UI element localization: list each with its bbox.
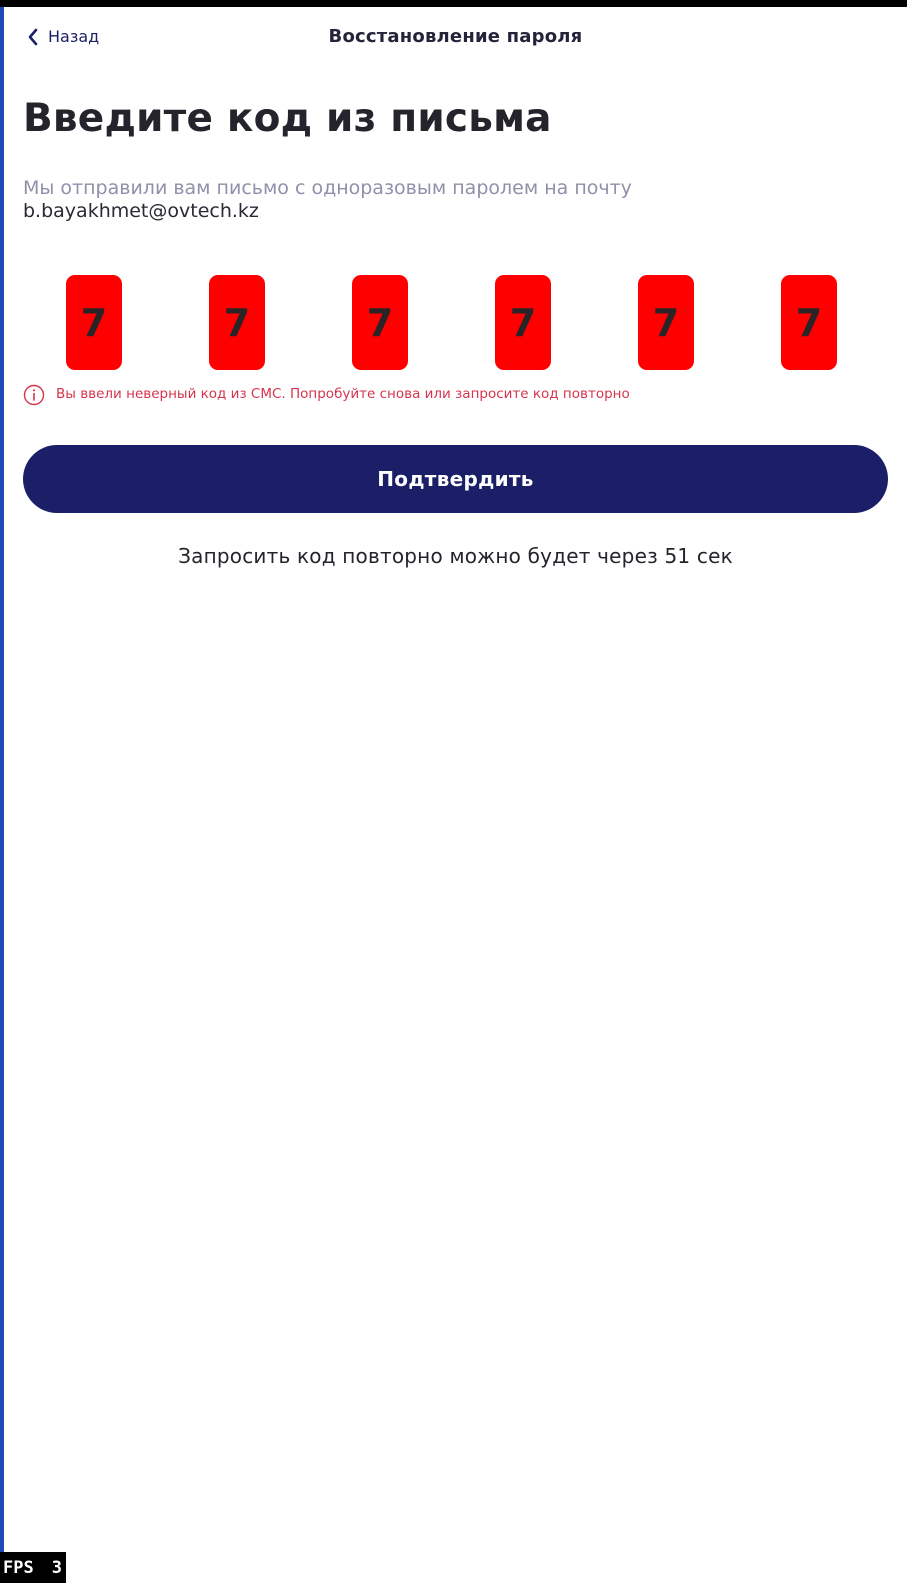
otp-digit-5[interactable]: 7	[638, 275, 694, 370]
recipient-email: b.bayakhmet@ovtech.kz	[23, 200, 259, 222]
confirm-button[interactable]: Подтвердить	[23, 445, 888, 513]
fps-counter: FPS 3	[0, 1552, 66, 1583]
main-heading: Введите код из письма	[23, 96, 552, 141]
otp-digit-3[interactable]: 7	[352, 275, 408, 370]
fps-value: 3	[51, 1557, 62, 1578]
top-navigation-bar: Назад Восстановление пароля	[4, 19, 907, 55]
page-title: Восстановление пароля	[328, 26, 583, 47]
otp-code-inputs: 7 7 7 7 7 7	[66, 275, 846, 371]
error-message-text: Вы ввели неверный код из СМС. Попробуйте…	[56, 386, 630, 403]
error-message: Вы ввели неверный код из СМС. Попробуйте…	[23, 384, 630, 406]
fps-label: FPS	[3, 1557, 34, 1578]
otp-digit-4[interactable]: 7	[495, 275, 551, 370]
otp-digit-2[interactable]: 7	[209, 275, 265, 370]
otp-digit-6[interactable]: 7	[781, 275, 837, 370]
otp-digit-1[interactable]: 7	[66, 275, 122, 370]
email-sent-description: Мы отправили вам письмо с одноразовым па…	[23, 177, 632, 199]
password-recovery-screen: Назад Восстановление пароля Введите код …	[4, 7, 907, 1583]
info-circle-icon	[23, 384, 45, 406]
resend-timer-text: Запросить код повторно можно будет через…	[178, 544, 733, 568]
